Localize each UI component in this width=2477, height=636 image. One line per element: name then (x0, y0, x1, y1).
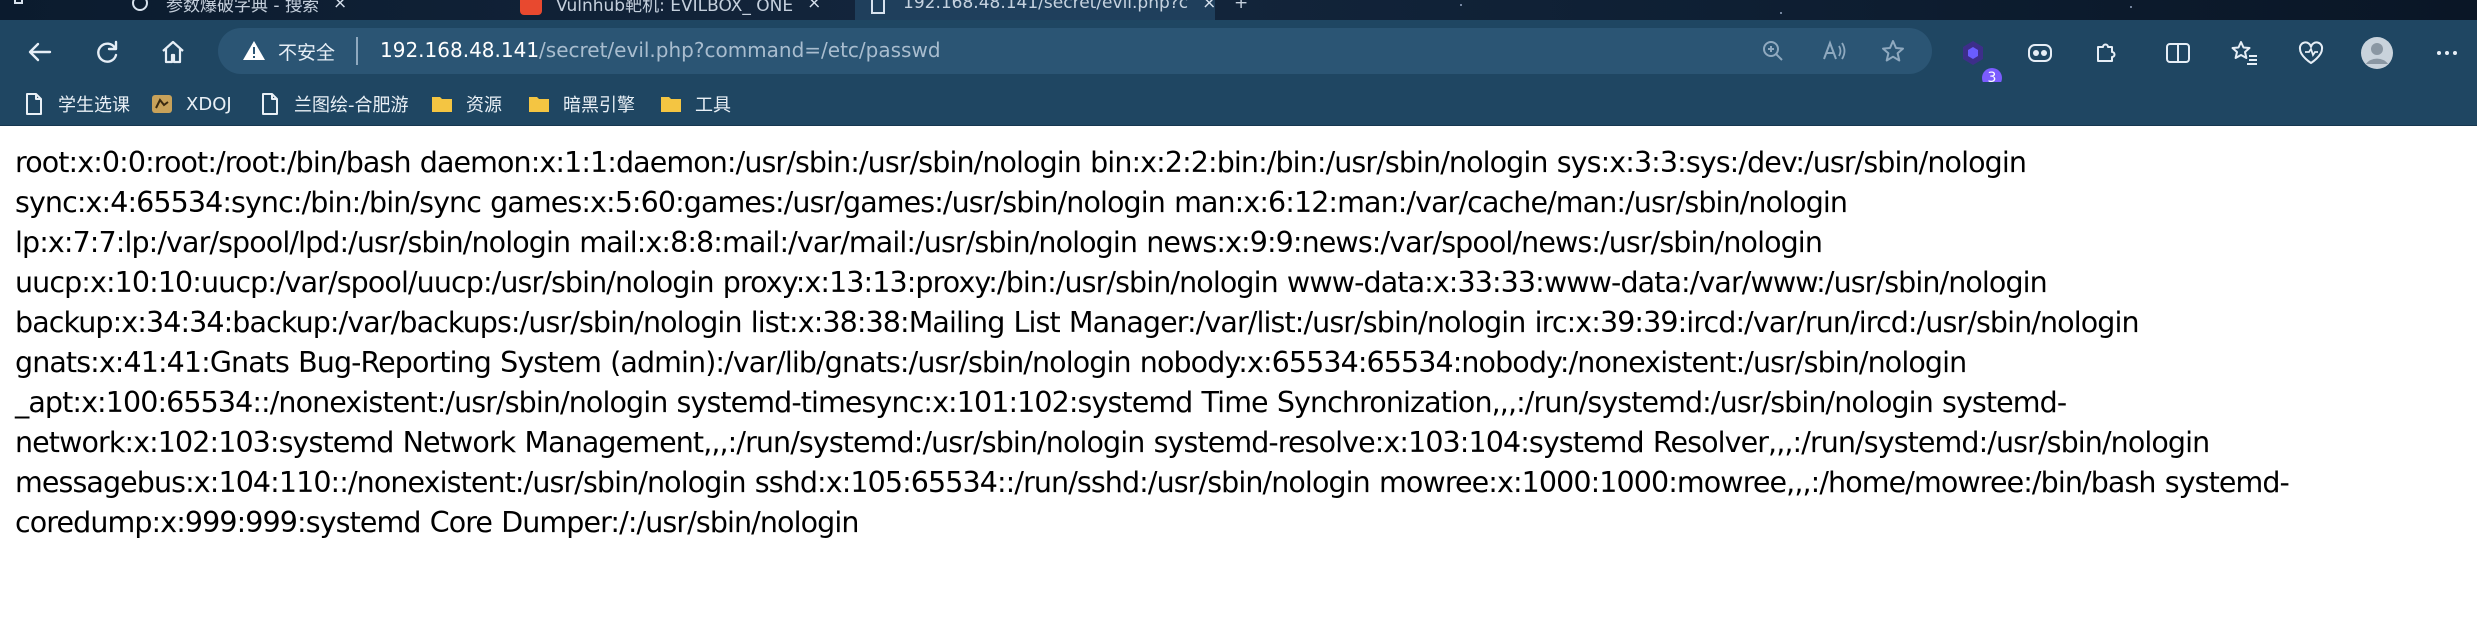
close-tab-icon[interactable]: × (1202, 0, 1215, 13)
bookmark-label: 暗黑引擎 (563, 95, 635, 116)
read-aloud-icon[interactable] (1821, 38, 1847, 64)
favorite-star-icon[interactable] (1880, 38, 1906, 64)
tab-search[interactable]: 参数爆破字典 - 搜索 × (118, 0, 448, 20)
bookmark-label: 工具 (695, 95, 731, 116)
passwd-output: root:x:0:0:root:/root:/bin/bash daemon:x… (15, 143, 2460, 543)
url-host: 192.168.48.141 (380, 38, 540, 62)
zoom-icon[interactable] (1760, 38, 1786, 64)
bookmark-item[interactable]: 工具 (659, 88, 731, 120)
bookmark-label: XDOJ (186, 93, 232, 115)
tab-label: Vulnhub靶机: EVILBOX_ ONE (556, 0, 794, 16)
output-line: sync:x:4:65534:sync:/bin:/bin/sync games… (15, 186, 1848, 219)
extensions-puzzle-icon[interactable] (2090, 38, 2120, 68)
bookmark-item[interactable]: 学生选课 (22, 88, 130, 120)
tab-strip: 参数爆破字典 - 搜索 × Vulnhub靶机: EVILBOX_ ONE × … (0, 0, 2477, 20)
bookmark-item[interactable]: XDOJ (150, 88, 232, 120)
output-line: lp:x:7:7:lp:/var/spool/lpd:/usr/sbin/nol… (15, 226, 1823, 259)
csdn-favicon-icon (520, 0, 542, 15)
tab-evil-php[interactable]: 192.168.48.141/secret/evil.php?c × (855, 0, 1215, 20)
folder-icon (432, 97, 452, 112)
site-favicon-icon (152, 95, 172, 113)
security-label[interactable]: 不安全 (278, 38, 335, 65)
output-line: gnats:x:41:41:Gnats Bug-Reporting System… (15, 346, 1967, 379)
address-divider (356, 37, 358, 65)
refresh-icon (97, 40, 118, 63)
output-line: coredump:x:999:999:systemd Core Dumper:/… (15, 506, 859, 539)
back-arrow-icon (28, 42, 52, 62)
bookmark-item[interactable]: 兰图绘-合肥游 (258, 88, 409, 120)
close-tab-icon[interactable]: × (807, 0, 821, 13)
home-button[interactable] (153, 32, 193, 72)
warning-icon[interactable] (242, 39, 266, 63)
bookmarks-bar: 学生选课 XDOJ 兰图绘-合肥游 资源 暗黑引擎 工具 (0, 82, 2477, 126)
output-line: uucp:x:10:10:uucp:/var/spool/uucp:/usr/s… (15, 266, 2048, 299)
browser-essentials-icon[interactable] (2296, 38, 2326, 68)
bookmark-label: 兰图绘-合肥游 (294, 95, 409, 116)
workspaces-button[interactable] (0, 0, 50, 20)
bookmark-label: 资源 (466, 95, 502, 116)
output-line: messagebus:x:104:110::/nonexistent:/usr/… (15, 466, 2290, 499)
workspaces-icon (14, 0, 23, 4)
new-tab-button[interactable]: + (1222, 0, 1262, 20)
page-icon (26, 93, 42, 115)
folder-icon (529, 97, 549, 112)
refresh-button[interactable] (87, 32, 127, 72)
browser-toolbar: 不安全 192.168.48.141/secret/evil.php?comma… (0, 20, 2477, 88)
search-favicon-icon (132, 0, 148, 11)
bookmark-item[interactable]: 资源 (430, 88, 502, 120)
output-line: network:x:102:103:systemd Network Manage… (15, 426, 2210, 459)
home-icon (162, 40, 184, 64)
bookmark-item[interactable]: 暗黑引擎 (527, 88, 635, 120)
mask-extension-icon[interactable] (2025, 38, 2055, 68)
url-text[interactable]: 192.168.48.141/secret/evil.php?command=/… (380, 38, 941, 62)
page-favicon-icon (871, 0, 885, 14)
split-screen-icon[interactable] (2163, 38, 2193, 68)
url-path: /secret/evil.php?command=/etc/passwd (539, 38, 941, 62)
profile-avatar-icon[interactable] (2360, 36, 2394, 70)
tab-label: 参数爆破字典 - 搜索 (166, 0, 319, 16)
favorites-list-icon[interactable] (2230, 38, 2260, 68)
back-button[interactable] (20, 32, 60, 72)
page-icon (262, 93, 278, 115)
output-line: backup:x:34:34:backup:/var/backups:/usr/… (15, 306, 2140, 339)
bookmark-label: 学生选课 (58, 95, 130, 116)
tab-label: 192.168.48.141/secret/evil.php?c (903, 0, 1189, 13)
output-line: root:x:0:0:root:/root:/bin/bash daemon:x… (15, 146, 2027, 179)
output-line: _apt:x:100:65534::/nonexistent:/usr/sbin… (15, 386, 2067, 419)
new-tab-icon: + (1234, 0, 1249, 13)
more-options-icon[interactable] (2432, 38, 2462, 68)
tab-vulnhub[interactable]: Vulnhub靶机: EVILBOX_ ONE × (508, 0, 848, 20)
background-star (2130, 6, 2132, 8)
background-star (1460, 4, 1462, 6)
close-tab-icon[interactable]: × (333, 0, 347, 13)
extension-icon[interactable] (1958, 38, 1988, 68)
address-bar[interactable]: 不安全 192.168.48.141/secret/evil.php?comma… (218, 28, 1932, 74)
folder-icon (661, 97, 681, 112)
background-star (1780, 12, 1782, 14)
